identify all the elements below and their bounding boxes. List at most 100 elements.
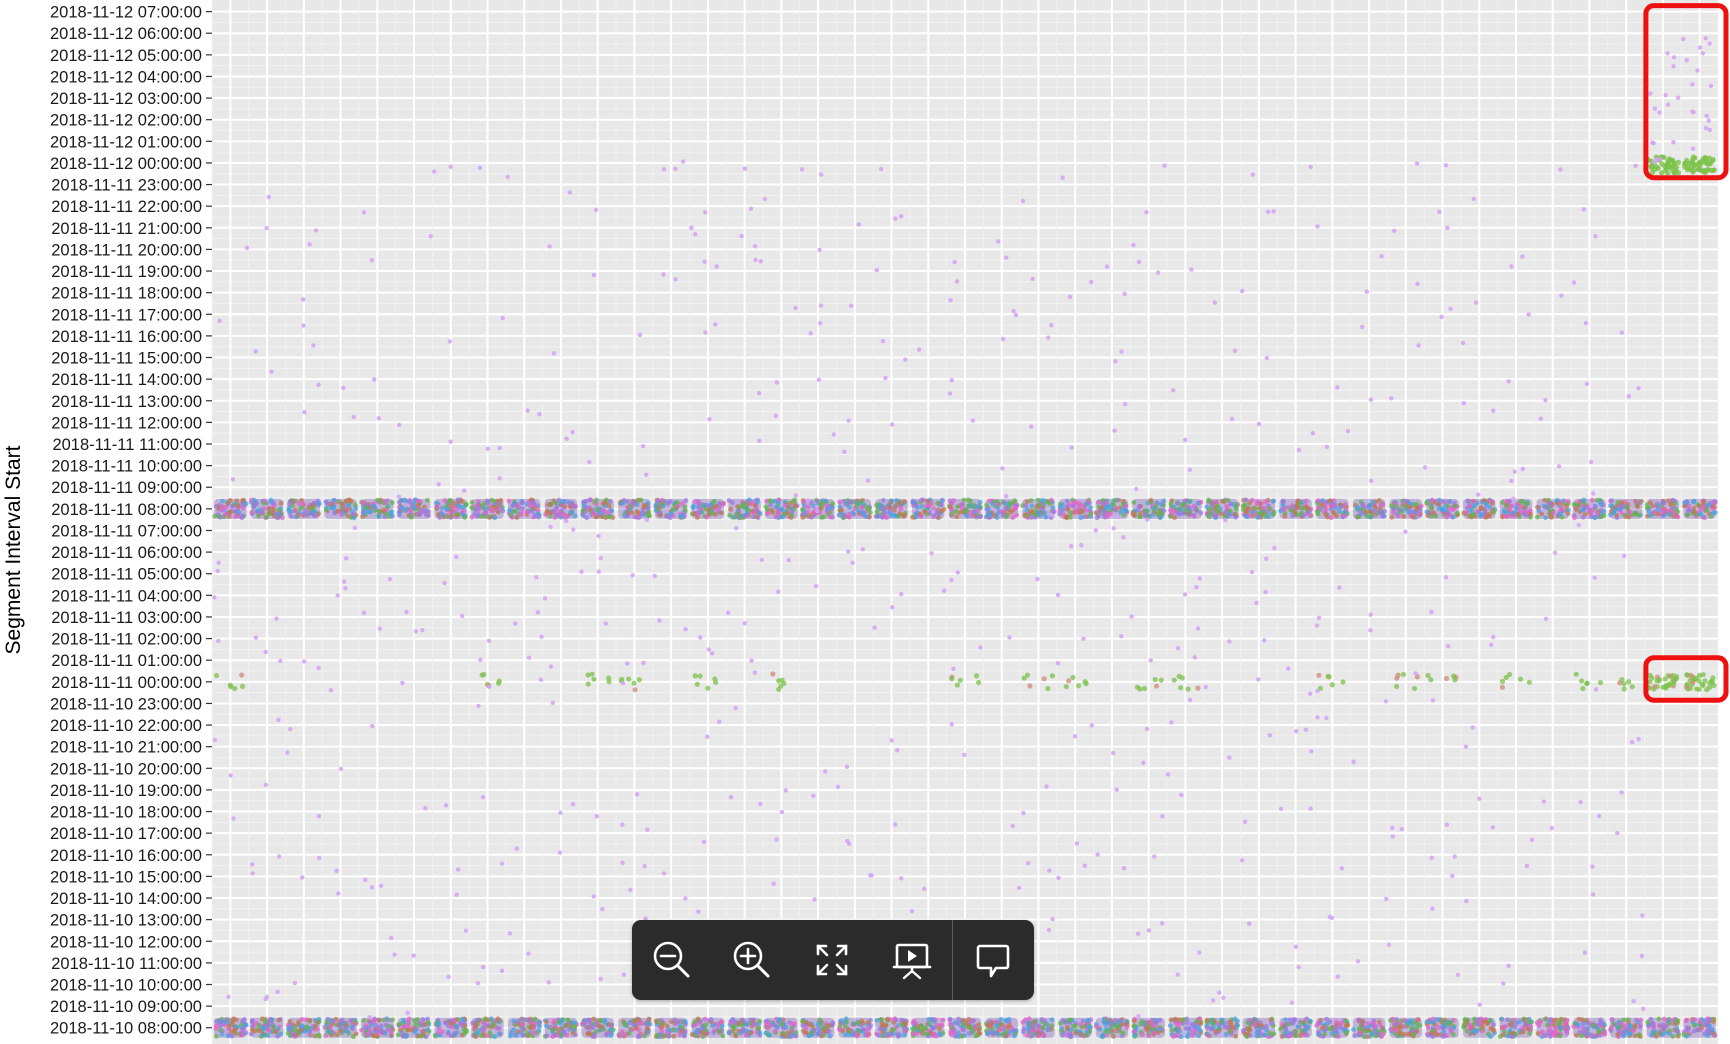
band-point [271, 507, 277, 512]
band-point [362, 510, 368, 516]
data-point [1526, 679, 1532, 685]
band-point [1332, 1027, 1338, 1033]
data-point [1619, 677, 1625, 683]
band-point [218, 514, 223, 520]
band-point [1707, 1023, 1712, 1029]
band-point [1557, 512, 1563, 518]
data-point [1675, 159, 1681, 165]
band-point [671, 1033, 677, 1039]
band-point [764, 1018, 770, 1024]
band-point [489, 508, 495, 514]
band-point [1675, 1029, 1681, 1035]
band-point [470, 1020, 476, 1026]
band-point [1551, 510, 1556, 516]
band-point [1504, 514, 1510, 519]
data-point [631, 680, 637, 686]
band-point [1520, 1029, 1526, 1035]
band-point [1343, 1030, 1349, 1036]
data-point [1049, 673, 1056, 679]
band-point [1000, 513, 1006, 518]
band-point [343, 1025, 349, 1031]
band-point [1565, 498, 1571, 504]
band-point [770, 510, 776, 515]
band-point [1398, 507, 1403, 513]
band-point [1369, 1031, 1375, 1037]
band-point [1308, 512, 1314, 518]
band-point [580, 1021, 586, 1026]
band-point [1029, 503, 1035, 509]
band-point [1088, 511, 1094, 517]
band-point [961, 497, 967, 503]
band-point [1588, 508, 1594, 514]
band-point [1571, 501, 1577, 507]
band-point [716, 1029, 722, 1035]
band-point [537, 1024, 542, 1030]
band-point [1574, 1032, 1579, 1038]
band-point [1172, 515, 1178, 520]
band-point [563, 1023, 569, 1029]
band-point [1670, 497, 1676, 503]
band-point [496, 1025, 502, 1031]
data-point [1690, 675, 1696, 682]
band-point [893, 504, 898, 509]
band-point [459, 499, 465, 505]
band-point [1108, 1026, 1114, 1031]
band-point [531, 1030, 537, 1036]
band-point [608, 1027, 614, 1032]
band-point [273, 1028, 279, 1034]
band-point [1684, 512, 1690, 518]
band-point [1358, 509, 1363, 515]
band-point [286, 507, 292, 513]
band-point [1671, 505, 1677, 511]
band-point [1608, 498, 1613, 504]
band-point [1079, 1024, 1085, 1030]
band-point [520, 1021, 526, 1027]
band-point [1471, 499, 1477, 505]
band-point [659, 1024, 665, 1030]
band-point [884, 1016, 890, 1022]
band-point [903, 1028, 908, 1034]
band-point [712, 504, 717, 510]
data-point [239, 672, 245, 678]
band-point [1661, 1025, 1667, 1031]
band-point [1120, 501, 1126, 507]
data-point [1696, 678, 1702, 684]
band-point [370, 503, 376, 509]
band-point [1505, 1017, 1511, 1023]
band-point [409, 1027, 414, 1033]
band-point [1287, 1017, 1293, 1023]
band-point [442, 498, 448, 503]
band-point [821, 514, 827, 520]
band-point [716, 500, 722, 506]
data-point [1027, 683, 1033, 689]
band-point [888, 498, 894, 504]
band-point [415, 1033, 420, 1039]
band-point [405, 1023, 411, 1029]
band-point [1179, 510, 1185, 516]
band-point [701, 502, 707, 508]
band-point [669, 1019, 674, 1025]
band-point [1527, 1023, 1533, 1029]
band-point [1615, 1032, 1620, 1037]
band-point [307, 1017, 313, 1023]
band-point [733, 1033, 739, 1039]
band-point [940, 1017, 946, 1023]
band-point [1060, 1018, 1066, 1023]
band-point [1481, 498, 1487, 503]
band-point [1278, 1026, 1283, 1032]
band-point [1513, 1021, 1519, 1026]
band-point [1183, 1025, 1189, 1031]
data-point [1195, 685, 1201, 691]
band-point [1234, 506, 1239, 512]
band-point [461, 504, 467, 510]
band-point [867, 506, 872, 512]
band-point [1543, 515, 1548, 521]
band-point [1130, 511, 1136, 516]
band-point [462, 1023, 468, 1029]
band-point [1283, 1017, 1288, 1023]
band-point [708, 1017, 714, 1022]
band-point [500, 508, 506, 514]
band-point [1509, 1034, 1514, 1039]
band-point [738, 515, 744, 521]
band-point [360, 500, 365, 506]
